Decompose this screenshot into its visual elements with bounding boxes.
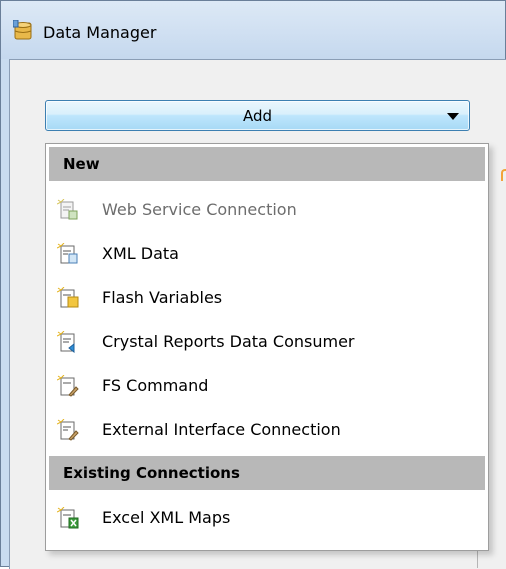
web-service-connection-icon [56, 198, 79, 221]
menu-item-label: Flash Variables [102, 288, 223, 307]
external-interface-icon [56, 418, 79, 441]
background-panel-accent [501, 169, 506, 181]
add-dropdown-menu: New Web Service Connection XML Data Flas… [45, 143, 489, 551]
menu-item-fs-command[interactable]: FS Command [49, 364, 485, 408]
menu-item-excel-xml-maps[interactable]: Excel XML Maps [49, 496, 485, 540]
menu-item-external-interface-connection[interactable]: External Interface Connection [49, 408, 485, 452]
menu-item-label: Web Service Connection [102, 200, 297, 219]
database-icon [12, 19, 35, 46]
add-button-label: Add [242, 107, 273, 125]
add-button[interactable]: Add [45, 100, 470, 131]
crystal-reports-icon [56, 330, 79, 354]
data-manager-window: Data Manager Add New Web Service Connect… [0, 0, 506, 569]
section-header-existing-connections: Existing Connections [49, 456, 485, 490]
menu-item-label: XML Data [102, 244, 179, 263]
menu-item-xml-data[interactable]: XML Data [49, 232, 485, 276]
menu-item-label: External Interface Connection [102, 420, 341, 439]
chevron-down-icon[interactable] [447, 113, 459, 120]
menu-item-web-service-connection[interactable]: Web Service Connection [49, 188, 485, 232]
menu-item-label: Crystal Reports Data Consumer [102, 332, 355, 351]
menu-item-crystal-reports-data-consumer[interactable]: Crystal Reports Data Consumer [49, 320, 485, 364]
menu-item-label: FS Command [102, 376, 209, 395]
menu-item-label: Excel XML Maps [102, 508, 231, 527]
fs-command-icon [56, 374, 79, 397]
window-title: Data Manager [43, 23, 157, 42]
title-bar[interactable]: Data Manager [1, 1, 505, 59]
flash-variables-icon [56, 286, 79, 309]
excel-xml-maps-icon [56, 506, 79, 529]
xml-data-icon [56, 242, 79, 265]
menu-item-flash-variables[interactable]: Flash Variables [49, 276, 485, 320]
section-header-new: New [49, 147, 485, 181]
